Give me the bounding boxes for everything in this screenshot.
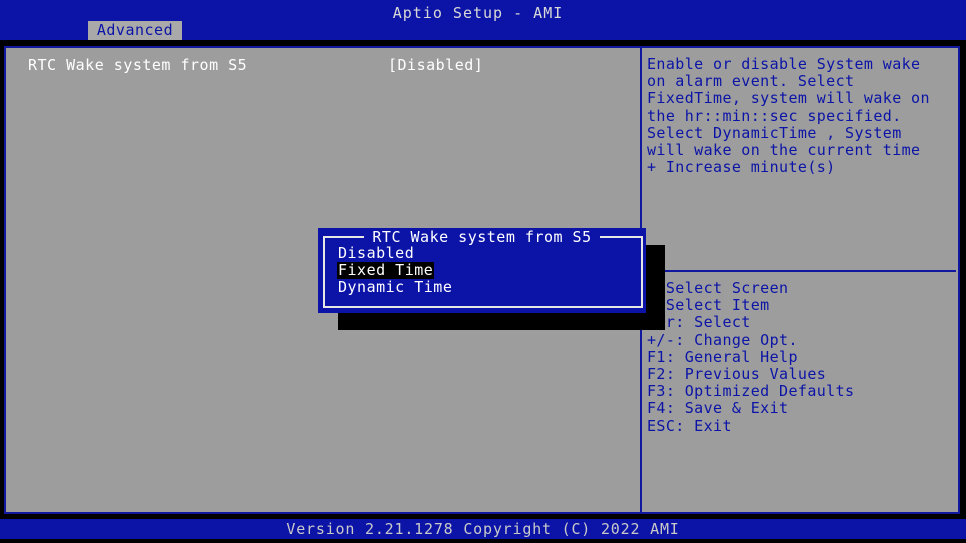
key-help-item: F1: General Help <box>647 347 798 366</box>
key-help-item: +/-: Change Opt. <box>647 330 798 349</box>
key-help-item: F3: Optimized Defaults <box>647 382 855 401</box>
key-help-item: : Select Screen <box>647 279 789 297</box>
key-help-item: ESC: Exit <box>647 416 732 435</box>
help-separator <box>646 270 956 272</box>
setting-rtc-wake-label[interactable]: RTC Wake system from S5 <box>28 56 247 74</box>
key-help-list: : Select Screen : Select Item ter: Selec… <box>647 279 855 435</box>
key-help-item: ter: Select <box>647 313 751 332</box>
app-title: Aptio Setup - AMI <box>392 4 564 22</box>
bios-setup-screen: Aptio Setup - AMI Advanced RTC Wake syst… <box>0 0 966 543</box>
footer-bar: Version 2.21.1278 Copyright (C) 2022 AMI <box>0 519 966 539</box>
title-bar: Aptio Setup - AMI Advanced <box>0 0 966 40</box>
popup-option-fixed-time[interactable]: Fixed Time <box>337 262 435 279</box>
help-line: on alarm event. Select <box>647 72 855 91</box>
help-line: FixedTime, system will wake on <box>647 89 930 108</box>
help-line: will wake on the current time <box>647 141 921 160</box>
setting-rtc-wake-value[interactable]: [Disabled] <box>388 56 483 74</box>
tab-advanced[interactable]: Advanced <box>88 21 182 40</box>
popup-option-dynamic-time[interactable]: Dynamic Time <box>337 279 453 296</box>
help-line: Select DynamicTime , System <box>647 123 902 142</box>
help-line: + Increase minute(s) <box>647 158 836 177</box>
help-description: Enable or disable System wake on alarm e… <box>647 55 947 177</box>
key-help-item: : Select Item <box>647 296 770 315</box>
key-help-item: F4: Save & Exit <box>647 399 789 418</box>
help-line: Enable or disable System wake <box>647 55 921 73</box>
popup-option-disabled[interactable]: Disabled <box>337 245 415 262</box>
key-help-item: F2: Previous Values <box>647 365 827 384</box>
option-popup: RTC Wake system from S5 Disabled Fixed T… <box>318 228 646 313</box>
help-line: the hr::min::sec specified. <box>647 106 902 125</box>
version-text: Version 2.21.1278 Copyright (C) 2022 AMI <box>286 520 680 538</box>
